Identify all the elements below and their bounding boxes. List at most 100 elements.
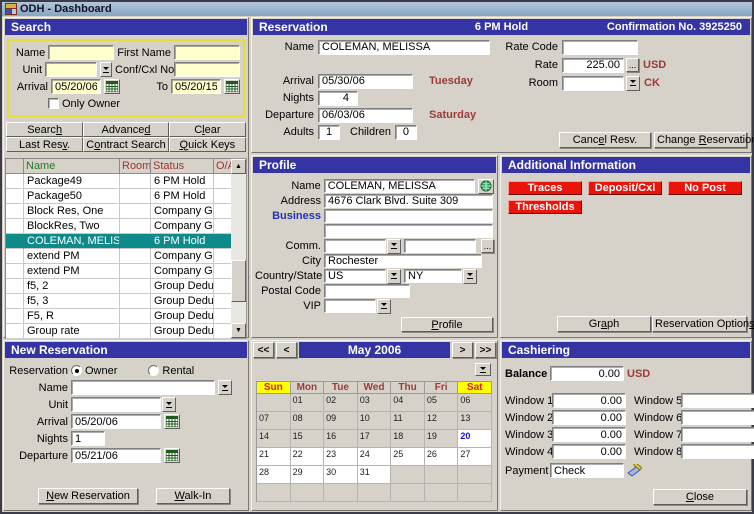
children-input[interactable] — [395, 125, 417, 140]
country-dropdown-button[interactable] — [387, 269, 401, 284]
table-row[interactable]: extend PMCompany Guarantee — [6, 249, 231, 264]
address-input[interactable] — [324, 194, 493, 208]
vip-dropdown-button[interactable] — [377, 299, 391, 314]
res-nights-input[interactable] — [318, 91, 358, 106]
calendar-day[interactable]: 07 — [257, 412, 291, 430]
scroll-up-icon[interactable]: ▲ — [231, 159, 246, 174]
table-scrollbar[interactable]: ▲ ▼ — [231, 158, 247, 339]
calendar-view-dropdown-button[interactable] — [475, 363, 491, 376]
search-arrival-input[interactable] — [51, 79, 101, 94]
res-departure-input[interactable] — [318, 108, 413, 123]
search-unit-input[interactable] — [45, 62, 97, 77]
rate-input[interactable] — [562, 58, 624, 73]
thresholds-alert-button[interactable]: Thresholds — [508, 200, 582, 214]
newres-unit-dropdown-button[interactable] — [162, 397, 176, 412]
window-7-field[interactable] — [681, 427, 754, 442]
reservation-options-button[interactable]: Reservation Options — [652, 316, 747, 332]
calendar-day[interactable]: 01 — [291, 394, 325, 412]
newres-departure-calendar-icon[interactable] — [164, 448, 180, 463]
rate-code-input[interactable] — [562, 40, 638, 55]
scroll-down-icon[interactable]: ▼ — [231, 323, 246, 338]
calendar-day[interactable]: 03 — [358, 394, 392, 412]
calendar-day[interactable]: 04 — [391, 394, 425, 412]
table-row[interactable]: Group rateGroup Deduct — [6, 324, 231, 339]
address2-input[interactable] — [324, 224, 493, 238]
calendar-day[interactable]: 17 — [358, 430, 392, 448]
search-to-input[interactable] — [171, 79, 221, 94]
traces-alert-button[interactable]: Traces — [508, 181, 582, 195]
calendar-day[interactable]: 13 — [458, 412, 492, 430]
change-reservation-button[interactable]: Change Reservation — [654, 132, 747, 148]
search-name-input[interactable] — [48, 45, 114, 60]
rate-lookup-icon[interactable]: ... — [626, 58, 639, 72]
comm-lookup-icon[interactable]: ... — [481, 239, 494, 253]
calendar-day[interactable]: 22 — [291, 448, 325, 466]
last-resv-button[interactable]: Last Resv. — [6, 137, 83, 152]
calendar-day[interactable]: 18 — [391, 430, 425, 448]
newres-departure-input[interactable] — [71, 448, 161, 463]
newres-nights-input[interactable] — [71, 431, 105, 446]
profile-name-input[interactable] — [324, 179, 475, 193]
calendar-day[interactable]: 29 — [291, 466, 325, 484]
rental-radio[interactable] — [148, 365, 159, 376]
arrival-calendar-icon[interactable] — [104, 79, 120, 94]
newres-arrival-calendar-icon[interactable] — [164, 414, 180, 429]
unit-dropdown-button[interactable] — [100, 62, 112, 77]
calendar-day[interactable]: 27 — [458, 448, 492, 466]
window-5-field[interactable] — [681, 393, 754, 408]
calendar-day[interactable]: 08 — [291, 412, 325, 430]
city-input[interactable] — [324, 254, 482, 268]
profile-button[interactable]: Profile — [401, 317, 493, 332]
no-post-alert-button[interactable]: No Post — [668, 181, 742, 195]
business-input[interactable] — [324, 209, 493, 223]
calendar-day[interactable]: 10 — [358, 412, 392, 430]
table-row[interactable]: f5, 2Group Deduct — [6, 279, 231, 294]
table-row[interactable]: COLEMAN, MELISSA6 PM Hold — [6, 234, 231, 249]
calendar-day[interactable]: 21 — [257, 448, 291, 466]
newres-unit-input[interactable] — [71, 397, 161, 412]
window-3-field[interactable] — [552, 427, 626, 442]
comm-dropdown-button[interactable] — [387, 239, 401, 254]
window-6-field[interactable] — [681, 410, 754, 425]
state-input[interactable] — [404, 269, 462, 283]
table-row[interactable]: Package506 PM Hold — [6, 189, 231, 204]
comm-type-input[interactable] — [324, 239, 386, 253]
calendar-day[interactable]: 30 — [324, 466, 358, 484]
calendar-prev-year-button[interactable]: << — [253, 342, 274, 358]
payment-edit-icon[interactable] — [627, 464, 644, 477]
window-1-field[interactable] — [552, 393, 626, 408]
walk-in-button[interactable]: Walk-In — [156, 488, 230, 504]
calendar-day[interactable]: 20 — [458, 430, 492, 448]
calendar-day[interactable]: 06 — [458, 394, 492, 412]
close-button[interactable]: Close — [653, 489, 747, 505]
contract-search-button[interactable]: Contract Search — [83, 137, 169, 152]
calendar-next-year-button[interactable]: >> — [475, 342, 496, 358]
vip-input[interactable] — [324, 299, 376, 313]
room-dropdown-button[interactable] — [626, 76, 640, 91]
to-calendar-icon[interactable] — [224, 79, 240, 94]
advanced-button[interactable]: Advanced — [83, 122, 169, 137]
table-row[interactable]: Package496 PM Hold — [6, 174, 231, 189]
newres-name-dropdown-button[interactable] — [218, 380, 232, 395]
calendar-prev-month-button[interactable]: < — [276, 342, 297, 358]
calendar-day[interactable]: 25 — [391, 448, 425, 466]
adults-input[interactable] — [318, 125, 340, 140]
newres-arrival-input[interactable] — [71, 414, 161, 429]
calendar-day[interactable]: 14 — [257, 430, 291, 448]
calendar-day[interactable]: 16 — [324, 430, 358, 448]
calendar-day[interactable]: 31 — [358, 466, 392, 484]
calendar-day[interactable]: 24 — [358, 448, 392, 466]
calendar-day[interactable]: 12 — [425, 412, 459, 430]
new-reservation-button[interactable]: New Reservation — [38, 488, 138, 504]
calendar-day[interactable]: 26 — [425, 448, 459, 466]
country-input[interactable] — [324, 269, 386, 283]
calendar-day[interactable]: 28 — [257, 466, 291, 484]
clear-button[interactable]: Clear — [169, 122, 246, 137]
room-input[interactable] — [562, 76, 624, 91]
search-button[interactable]: Search — [6, 122, 83, 137]
res-name-input[interactable] — [318, 40, 490, 55]
calendar-day[interactable]: 15 — [291, 430, 325, 448]
state-dropdown-button[interactable] — [463, 269, 477, 284]
table-row[interactable]: extend PMCompany Guarantee — [6, 264, 231, 279]
postal-code-input[interactable] — [324, 284, 410, 298]
